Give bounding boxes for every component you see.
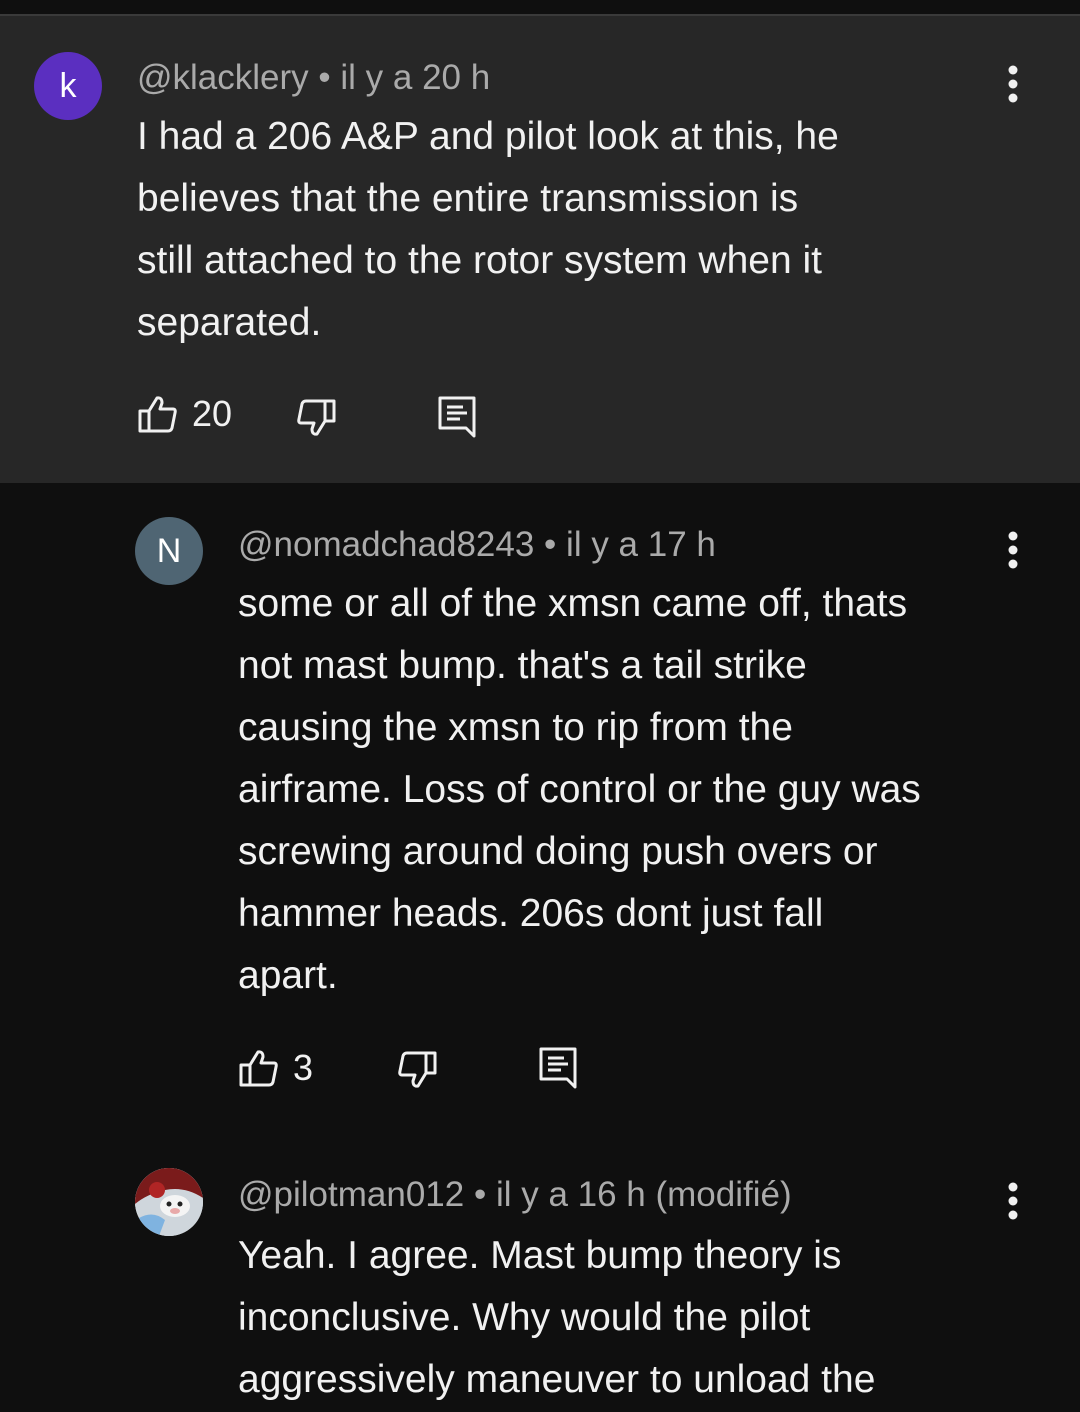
comment-line: apart.	[238, 954, 338, 997]
dislike-button[interactable]	[296, 398, 336, 438]
comment-line: Yeah. I agree. Mast bump theory is	[238, 1234, 842, 1277]
reply-icon	[539, 1047, 577, 1089]
like-button[interactable]: 20	[138, 394, 232, 434]
like-count: 3	[293, 1047, 314, 1088]
comment-line: hammer heads. 206s dont just fall	[238, 892, 824, 935]
comment-text: some or all of the xmsn came off, thats …	[238, 573, 1058, 1007]
status-strip	[0, 0, 1080, 14]
meta-separator: •	[473, 1175, 487, 1214]
avatar-letter: k	[59, 66, 77, 105]
meta-separator: •	[544, 525, 557, 564]
avatar[interactable]: k	[34, 52, 102, 120]
comment-time[interactable]: il y a 20 h	[340, 58, 490, 97]
comment-author[interactable]: @nomadchad8243	[238, 525, 534, 564]
more-vert-icon	[1008, 1182, 1018, 1220]
avatar-image-icon	[135, 1168, 203, 1236]
comment-line: screwing around doing push overs or	[238, 830, 878, 873]
comment-time[interactable]: il y a 16 h	[496, 1175, 646, 1214]
comment-line: separated.	[137, 301, 322, 344]
thumbs-down-icon	[297, 399, 336, 436]
comment-time[interactable]: il y a 17 h	[566, 525, 716, 564]
avatar[interactable]: N	[135, 517, 203, 585]
dislike-button[interactable]	[397, 1050, 437, 1090]
like-count: 20	[192, 393, 233, 434]
meta-separator: •	[318, 58, 331, 97]
comment-author[interactable]: @klacklery	[137, 58, 309, 97]
comment-reply-pilotman012: @pilotman012 • il y a 16 h (modifié) Yea…	[0, 1133, 1080, 1412]
comment-text: Yeah. I agree. Mast bump theory is incon…	[238, 1225, 1058, 1411]
thumbs-up-icon	[239, 1050, 278, 1087]
comment-line: aggressively maneuver to unload the	[238, 1358, 876, 1401]
comment-header: @nomadchad8243 • il y a 17 h	[238, 525, 716, 565]
comment-line: airframe. Loss of control or the guy was	[238, 768, 921, 811]
more-vert-icon	[1008, 65, 1018, 103]
comment-line: not mast bump. that's a tail strike	[238, 644, 807, 687]
comment-line: inconclusive. Why would the pilot	[238, 1296, 811, 1339]
comment-reply-nomadchad8243: N @nomadchad8243 • il y a 17 h some or a…	[0, 483, 1080, 1133]
comment-author[interactable]: @pilotman012	[238, 1175, 464, 1214]
more-vert-icon	[1008, 531, 1018, 569]
reply-icon	[438, 396, 476, 438]
comment-text: I had a 206 A&P and pilot look at this, …	[137, 106, 1037, 354]
like-button[interactable]: 3	[239, 1048, 313, 1088]
avatar[interactable]	[135, 1168, 203, 1236]
more-options-button[interactable]	[993, 1171, 1033, 1231]
reply-button[interactable]	[539, 1047, 577, 1089]
comment-line: some or all of the xmsn came off, thats	[238, 582, 908, 625]
comment-line: causing the xmsn to rip from the	[238, 706, 793, 749]
comment-thread-klacklery: k @klacklery • il y a 20 h I had a 206 A…	[0, 16, 1080, 483]
thumbs-down-icon	[398, 1051, 437, 1088]
more-options-button[interactable]	[993, 520, 1033, 580]
comment-header: @pilotman012 • il y a 16 h (modifié)	[238, 1175, 792, 1215]
more-options-button[interactable]	[993, 54, 1033, 114]
thumbs-up-icon	[138, 396, 177, 433]
reply-button[interactable]	[438, 396, 476, 438]
comment-line: believes that the entire transmission is	[137, 177, 799, 220]
avatar-letter: N	[156, 531, 182, 570]
comment-header: @klacklery • il y a 20 h	[137, 58, 490, 98]
comment-line: still attached to the rotor system when …	[137, 239, 822, 282]
comment-line: I had a 206 A&P and pilot look at this, …	[137, 115, 839, 158]
edited-label: (modifié)	[655, 1175, 792, 1214]
